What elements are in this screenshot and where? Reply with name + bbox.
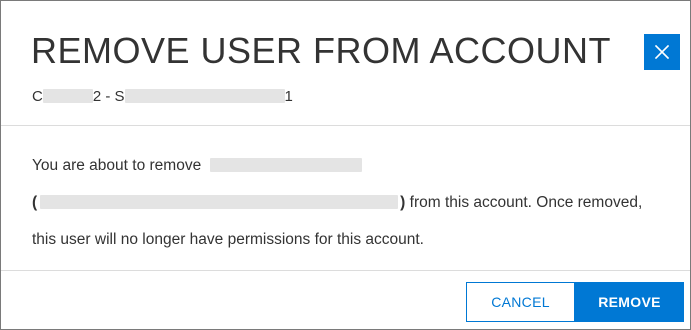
- message-line-1: You are about to remove: [32, 147, 677, 184]
- cancel-button[interactable]: CANCEL: [466, 282, 575, 322]
- remove-button[interactable]: REMOVE: [575, 282, 684, 322]
- message-line-3: this user will no longer have permission…: [32, 221, 677, 258]
- redacted-user-name: [209, 158, 362, 172]
- redacted-account-id: [42, 89, 93, 103]
- close-icon: [655, 45, 669, 59]
- message-line-2-text: from this account. Once removed,: [405, 194, 643, 211]
- header-divider: [1, 125, 690, 126]
- redacted-account-name: [124, 89, 285, 103]
- message-intro: You are about to remove: [32, 157, 202, 174]
- redacted-user-email: [40, 195, 399, 209]
- dialog-message: You are about to remove () from this acc…: [32, 147, 677, 258]
- subtitle-prefix: C: [32, 88, 43, 105]
- close-button[interactable]: [644, 34, 680, 70]
- message-line-3-text: this user will no longer have permission…: [32, 231, 424, 248]
- remove-user-dialog: REMOVE USER FROM ACCOUNT C 2 - S 1 You are…: [0, 0, 691, 330]
- subtitle-suffix: 1: [284, 88, 293, 105]
- footer-divider: [1, 270, 690, 271]
- subtitle-middle: 2 - S: [92, 88, 125, 105]
- message-line-2: () from this account. Once removed,: [32, 184, 677, 221]
- email-open-paren: (: [32, 194, 38, 211]
- dialog-header: REMOVE USER FROM ACCOUNT C 2 - S 1: [1, 1, 690, 125]
- dialog-title: REMOVE USER FROM ACCOUNT: [31, 30, 612, 71]
- dialog-footer: CANCEL REMOVE: [466, 282, 684, 322]
- dialog-subtitle: C 2 - S 1: [32, 87, 293, 107]
